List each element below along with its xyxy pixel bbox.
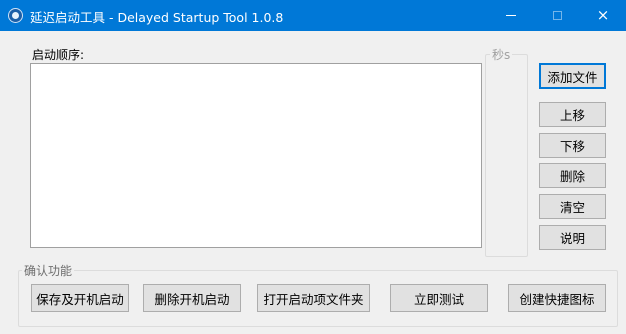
startup-list[interactable] (30, 63, 482, 248)
seconds-group (485, 54, 528, 257)
help-button[interactable]: 说明 (539, 225, 606, 250)
delete-button[interactable]: 删除 (539, 163, 606, 188)
close-icon: × (596, 6, 610, 24)
maximize-icon (552, 11, 562, 20)
minimize-icon (506, 15, 516, 16)
test-now-button[interactable]: 立即测试 (390, 284, 488, 312)
clock-app-icon (8, 8, 23, 23)
move-up-button[interactable]: 上移 (539, 102, 606, 127)
title-bar[interactable]: 延迟启动工具 - Delayed Startup Tool 1.0.8 × (0, 0, 626, 31)
add-file-button[interactable]: 添加文件 (539, 63, 606, 89)
startup-order-label: 启动顺序: (32, 48, 85, 62)
window-title: 延迟启动工具 - Delayed Startup Tool 1.0.8 (30, 10, 284, 25)
seconds-caption: 秒s (490, 46, 513, 63)
remove-startup-button[interactable]: 删除开机启动 (143, 284, 241, 312)
close-button[interactable]: × (580, 0, 626, 31)
save-and-enable-startup-button[interactable]: 保存及开机启动 (31, 284, 129, 312)
clear-button[interactable]: 清空 (539, 194, 606, 219)
open-startup-folder-button[interactable]: 打开启动项文件夹 (257, 284, 370, 312)
minimize-button[interactable] (488, 0, 534, 31)
maximize-button[interactable] (534, 0, 580, 31)
move-down-button[interactable]: 下移 (539, 133, 606, 158)
confirm-group-caption: 确认功能 (22, 262, 75, 279)
create-shortcut-button[interactable]: 创建快捷图标 (508, 284, 606, 312)
